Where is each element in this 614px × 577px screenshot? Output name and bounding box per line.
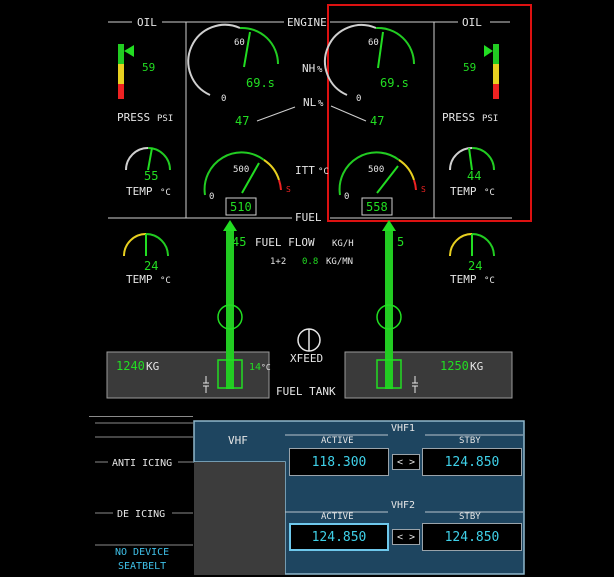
oil-left-title: OIL (137, 16, 157, 29)
oil-press-right-bar (484, 44, 499, 99)
fuel-flow-right-value: 5 (397, 235, 404, 249)
press-right-label: PRESS (442, 111, 475, 124)
oil-temp-left-needle (147, 147, 153, 171)
tank-right-qty: 1250 (440, 359, 469, 373)
itt-right-value: 558 (366, 200, 388, 214)
seatbelt-label: SEATBELT (118, 561, 166, 572)
temp-label-4: TEMP (450, 273, 477, 286)
itt-left-scale-mid: 500 (233, 165, 249, 175)
fuel-tank-label: FUEL TANK (276, 385, 336, 398)
fuel-flow-left-arrow (223, 220, 237, 231)
oil-press-left-value: 59 (142, 61, 155, 74)
temp-label-1: TEMP (126, 185, 153, 198)
engine-title: ENGINE (287, 16, 327, 29)
nh-right-scale-max: 60 (368, 38, 379, 48)
fuel-flow-unit: KG/H (332, 239, 354, 249)
vhf1-swap-button[interactable]: < > (392, 454, 420, 470)
itt-left-value: 510 (230, 200, 252, 214)
vhf2-stby-freq[interactable]: 124.850 (422, 523, 522, 551)
oil-right-title: OIL (462, 16, 482, 29)
tank-left-unit: KG (146, 360, 159, 373)
nl-right-value: 47 (370, 114, 384, 128)
sum-label: 1+2 (270, 257, 286, 267)
nh-left-scale-max: 60 (234, 38, 245, 48)
vhf-panel: VHF VHF1 ACTIVE STBY 118.300 < > 124.850… (193, 420, 525, 575)
fuel-temp-right-value: 24 (468, 259, 482, 273)
temp-unit-3: °C (160, 276, 171, 286)
temp-unit-1: °C (160, 188, 171, 198)
nh-left-scale-min: 0 (221, 94, 226, 104)
vhf1-active-label: ACTIVE (321, 436, 354, 446)
fuel-temp-gauge-left (123, 233, 169, 257)
fuel-flow-left-value: 45 (232, 235, 246, 249)
temp-unit-2: °C (484, 188, 495, 198)
anti-icing-label: ANTI ICING (112, 458, 172, 469)
fuel-feed-right (385, 231, 393, 389)
nh-label: NH (302, 62, 315, 75)
oil-press-left-pointer (124, 45, 134, 57)
fuel-label: FUEL (295, 211, 322, 224)
fuel-temp-left-value: 24 (144, 259, 158, 273)
fuel-temp-gauge-right (449, 233, 495, 257)
vhf1-stby-label: STBY (459, 436, 481, 446)
nh-unit: % (317, 65, 323, 75)
vhf1-active-freq[interactable]: 118.300 (289, 448, 389, 476)
vhf2-active-freq[interactable]: 124.850 (289, 523, 389, 551)
nh-right-value: 69.s (380, 76, 409, 90)
oil-temp-gauge-left (125, 147, 171, 171)
psi-right-label: PSI (482, 114, 498, 124)
nl-unit: % (318, 99, 324, 109)
itt-right-scale-min: 0 (344, 192, 349, 202)
itt-left-limit: S (286, 185, 291, 194)
temp-label-2: TEMP (450, 185, 477, 198)
no-device-label: NO DEVICE (115, 547, 169, 558)
vhf2-title: VHF2 (391, 500, 416, 511)
engine-display-screen: OIL ENGINE OIL 59 59 PRESS PSI PRESS PSI… (0, 0, 614, 577)
oil-temp-gauge-right (449, 147, 495, 171)
nl-label: NL (303, 96, 317, 109)
fuel-flow-label: FUEL FLOW (255, 236, 315, 249)
vhf2-swap-button[interactable]: < > (392, 529, 420, 545)
sum-value: 0.8 (302, 257, 318, 267)
nh-left-value: 69.s (246, 76, 275, 90)
oil-temp-left-value: 55 (144, 169, 158, 183)
fuel-tank-right (344, 351, 513, 399)
tank-left-qty: 1240 (116, 359, 145, 373)
oil-temp-right-needle (468, 147, 473, 171)
vhf2-active-label: ACTIVE (321, 512, 354, 522)
press-left-label: PRESS (117, 111, 150, 124)
itt-label: ITT (295, 164, 315, 177)
itt-left-scale-min: 0 (209, 192, 214, 202)
vhf1-title: VHF1 (391, 423, 416, 434)
nl-left-value: 47 (235, 114, 249, 128)
psi-left-label: PSI (157, 114, 173, 124)
tank-temp-value: 14 (249, 362, 261, 373)
oil-press-right-value: 59 (463, 61, 476, 74)
xfeed-valve[interactable] (297, 328, 321, 352)
xfeed-label: XFEED (290, 352, 323, 365)
oil-press-right-pointer (484, 45, 493, 57)
oil-temp-right-value: 44 (467, 169, 481, 183)
temp-label-3: TEMP (126, 273, 153, 286)
oil-press-left-bar (118, 44, 134, 99)
itt-right-scale-mid: 500 (368, 165, 384, 175)
status-separator (89, 416, 193, 417)
highlight-box (327, 4, 532, 222)
tank-temp-unit: °C (261, 363, 271, 372)
itt-unit: °C (318, 167, 329, 177)
nh-right-scale-min: 0 (356, 94, 361, 104)
sum-unit: KG/MN (326, 257, 353, 267)
vhf2-stby-label: STBY (459, 512, 481, 522)
vhf1-stby-freq[interactable]: 124.850 (422, 448, 522, 476)
itt-right-limit: S (421, 185, 426, 194)
fuel-feed-left (226, 231, 234, 389)
de-icing-label: DE ICING (117, 509, 165, 520)
temp-unit-4: °C (484, 276, 495, 286)
nh-left-needle (243, 31, 251, 68)
tank-right-unit: KG (470, 360, 483, 373)
